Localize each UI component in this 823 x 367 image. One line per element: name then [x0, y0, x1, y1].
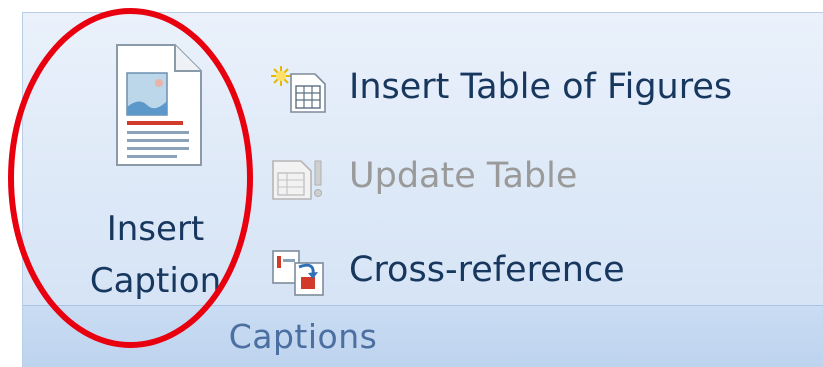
insert-caption-label: Insert Caption	[89, 209, 222, 301]
cross-reference-label: Cross-reference	[349, 250, 625, 290]
captions-ribbon-group: Captions Insert Caption Insert Table of …	[22, 12, 823, 367]
insert-table-of-figures-label: Insert Table of Figures	[349, 67, 733, 107]
group-label: Captions	[228, 317, 378, 356]
cross-reference-icon	[272, 250, 324, 296]
insert-caption-button[interactable]: Insert Caption	[63, 33, 248, 303]
update-table-label: Update Table	[349, 156, 578, 196]
table-of-figures-icon	[271, 66, 326, 113]
update-table-icon	[272, 160, 322, 200]
caption-document-icon	[116, 44, 202, 166]
